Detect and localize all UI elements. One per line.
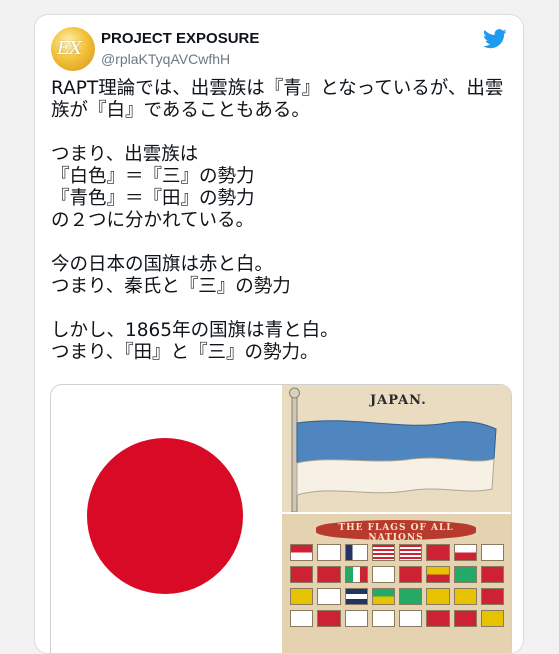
flag-cell	[426, 544, 450, 561]
tweet-paragraph-1: RAPT理論では、出雲族は『青』となっているが、出雲族が『白』であることもある。	[51, 78, 504, 121]
flag-cell	[344, 588, 368, 605]
tweet-paragraph-3: 今の日本の国旗は赤と白。 つまり、秦氏と『三』の勢力	[51, 254, 291, 297]
avatar-logo-mark: EX	[57, 38, 82, 59]
tweet-media-grid: JAPAN. THE FLAGS OF ALL NATIONS	[50, 384, 512, 653]
tweet-card[interactable]: EX PROJECT EXPOSURE @rplaKTyqAVCwfhH RAP…	[34, 14, 524, 654]
flag-cell	[290, 610, 314, 627]
user-handle[interactable]: @rplaKTyqAVCwfhH	[101, 51, 230, 67]
flag-cell	[399, 610, 423, 627]
avatar[interactable]: EX	[51, 27, 95, 71]
flag-cell	[480, 610, 504, 627]
flag-cell	[371, 544, 395, 561]
tweet-text: RAPT理論では、出雲族は『青』となっているが、出雲族が『白』であることもある。…	[51, 78, 521, 364]
flag-cell	[317, 566, 341, 583]
display-name[interactable]: PROJECT EXPOSURE	[101, 30, 259, 47]
flag-cell	[317, 610, 341, 627]
flag-cell	[290, 566, 314, 583]
flag-cell	[426, 566, 450, 583]
flag-cell	[426, 610, 450, 627]
flag-cell	[344, 610, 368, 627]
flag-cell	[399, 544, 423, 561]
flag-cell	[371, 566, 395, 583]
flag-cell	[480, 544, 504, 561]
flag-cell	[480, 588, 504, 605]
japan-flag-image[interactable]	[51, 385, 280, 653]
flag-cell	[317, 588, 341, 605]
flag-cell	[399, 588, 423, 605]
flag-cell	[399, 566, 423, 583]
flag-cell	[453, 610, 477, 627]
twitter-bird-icon[interactable]	[483, 29, 507, 49]
flag-cell	[344, 544, 368, 561]
flag-cell	[453, 566, 477, 583]
historic-japan-flag-image[interactable]: JAPAN.	[282, 385, 511, 512]
flag-cell	[344, 566, 368, 583]
flag-grid	[290, 544, 504, 627]
tweet-paragraph-2: つまり、出雲族は 『白色』＝『三』の勢力 『青色』＝『田』の勢力 の２つに分かれ…	[51, 144, 255, 231]
hinomaru-red-disc	[87, 438, 243, 594]
flag-cell	[453, 588, 477, 605]
historic-flag-illustration	[289, 387, 497, 512]
flag-cell	[426, 588, 450, 605]
flag-cell	[290, 588, 314, 605]
flag-cell	[371, 588, 395, 605]
tweet-paragraph-4: しかし、1865年の国旗は青と白。 つまり、『田』と『三』の勢力。	[51, 320, 339, 363]
flag-cell	[480, 566, 504, 583]
flag-cell	[453, 544, 477, 561]
flag-cell	[317, 544, 341, 561]
flag-cell	[290, 544, 314, 561]
flags-of-all-nations-chart-image[interactable]: THE FLAGS OF ALL NATIONS	[282, 514, 511, 653]
chart-banner-text: THE FLAGS OF ALL NATIONS	[338, 523, 454, 543]
flag-cell	[371, 610, 395, 627]
